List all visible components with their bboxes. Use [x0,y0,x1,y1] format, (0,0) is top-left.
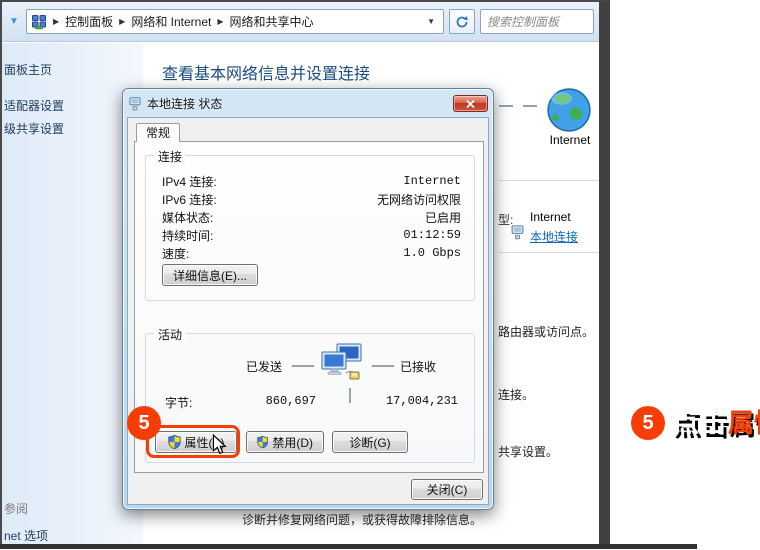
frame-bottom-border [0,544,697,549]
address-bar: ▼ ▶ 控制面板 ▶ 网络和 Internet ▶ 网络和共享中心 ▼ [2,2,599,42]
disable-button[interactable]: 禁用(D) [246,431,324,453]
breadcrumb: ▶ 控制面板 ▶ 网络和 Internet ▶ 网络和共享中心 ▼ [26,9,444,34]
row-label: 持续时间: [162,227,213,244]
page-title: 查看基本网络信息并设置连接 [162,60,370,84]
diagnose-button-label: 诊断(G) [349,434,390,451]
close-dialog-button[interactable]: 关闭(C) [411,479,483,500]
activity-group-label: 活动 [154,326,186,343]
internet-map-label: Internet [542,133,598,147]
sidebar-item-change-adapter-settings[interactable]: 适配器设置 [4,97,64,114]
general-tab-page: 连接 IPv4 连接: Internet IPv6 连接: 无网络访问权限 媒体… [134,141,484,473]
close-icon [466,100,475,108]
connection-icon [510,225,525,240]
close-dialog-button-label: 关闭(C) [427,481,468,498]
status-row: 媒体状态: 已启用 [162,208,461,226]
close-button[interactable] [453,95,488,112]
uac-shield-icon [168,435,181,449]
internet-globe-icon [546,87,592,133]
breadcrumb-control-panel[interactable]: 控制面板 [65,13,113,30]
bytes-sent-value: 860,697 [236,394,316,408]
task-text-fragment: 共享设置。 [498,443,558,460]
status-row: IPv4 连接: Internet [162,172,461,190]
breadcrumb-separator-icon: ▶ [117,17,127,26]
connection-group-label: 连接 [154,148,186,165]
received-label: 已接收 [400,358,436,375]
step-badge: 5 [631,406,665,440]
refresh-icon [455,15,469,29]
details-button[interactable]: 详细信息(E)... [162,264,258,286]
row-value: 01:12:59 [403,228,461,242]
annotation-properties-text: 属性 [728,406,760,440]
breadcrumb-network-sharing-center[interactable]: 网络和共享中心 [230,13,314,30]
tutorial-page: ▼ ▶ 控制面板 ▶ 网络和 Internet ▶ 网络和共享中心 ▼ [0,0,760,550]
disable-button-label: 禁用(D) [272,434,313,451]
sent-label: 已发送 [246,358,282,375]
uac-shield-icon [257,435,268,449]
status-row: 速度: 1.0 Gbps [162,244,461,262]
breadcrumb-separator-icon: ▶ [215,17,225,26]
sidebar-item-internet-options[interactable]: net 选项 [4,527,48,544]
dialog-client-area: 常规 连接 IPv4 连接: Internet IPv6 连接: 无网络访问权限 [127,117,489,505]
sidebar-item-advanced-sharing-settings[interactable]: 级共享设置 [4,120,64,137]
dialog-titlebar[interactable]: 本地连接 状态 [128,91,488,116]
network-center-icon [31,14,47,30]
diagnose-task-text: 诊断并修复网络问题，或获得故障排除信息。 [242,511,482,528]
bytes-label: 字节: [165,394,192,411]
dialog-title: 本地连接 状态 [147,95,222,112]
tab-general[interactable]: 常规 [136,123,180,142]
mouse-cursor-icon [212,434,228,456]
section-divider [499,180,599,181]
section-divider [499,252,599,253]
access-type-value: Internet [530,210,571,224]
connection-icon [128,97,142,111]
local-connection-status-dialog: 本地连接 状态 常规 连接 IPv4 连接: Internet [122,88,494,510]
row-value: 已启用 [425,209,461,226]
details-button-label: 详细信息(E)... [173,267,247,284]
sidebar-see-also-label: 参阅 [4,500,28,517]
task-text-fragment: 路由器或访问点。 [498,323,594,340]
connection-group: 连接 IPv4 连接: Internet IPv6 连接: 无网络访问权限 媒体… [145,155,475,301]
row-label: IPv6 连接: [162,191,217,208]
status-row: IPv6 连接: 无网络访问权限 [162,190,461,208]
diagnose-button[interactable]: 诊断(G) [332,431,408,453]
sidebar-item-control-panel-home[interactable]: 面板主页 [4,61,52,78]
refresh-button[interactable] [449,9,475,34]
search-input[interactable] [480,9,594,34]
row-label: 媒体状态: [162,209,213,226]
nav-history-dropdown-icon[interactable]: ▼ [7,16,21,27]
bytes-divider [349,388,351,403]
breadcrumb-separator-icon: ▶ [51,17,61,26]
local-connection-link[interactable]: 本地连接 [530,228,578,245]
row-label: 速度: [162,245,189,262]
annotation-click-text: 点击 [672,406,728,440]
row-value: 1.0 Gbps [403,246,461,260]
task-text-fragment: 连接。 [498,386,534,403]
address-dropdown-icon[interactable]: ▼ [423,17,439,26]
breadcrumb-network-internet[interactable]: 网络和 Internet [131,13,211,30]
bytes-received-value: 17,004,231 [358,394,458,408]
network-map-connection-line [499,105,537,107]
row-value: 无网络访问权限 [377,191,461,208]
step-badge: 5 [127,406,161,440]
computers-activity-icon [318,340,364,386]
row-value: Internet [403,174,461,188]
row-label: IPv4 连接: [162,173,217,190]
side-annotation: 5 点击 属性 [631,406,760,440]
activity-group: 活动 已发送 已接收 [145,333,475,463]
status-row: 持续时间: 01:12:59 [162,226,461,244]
sent-dash [292,365,314,367]
connection-rows: IPv4 连接: Internet IPv6 连接: 无网络访问权限 媒体状态:… [162,172,461,262]
received-dash [372,365,394,367]
